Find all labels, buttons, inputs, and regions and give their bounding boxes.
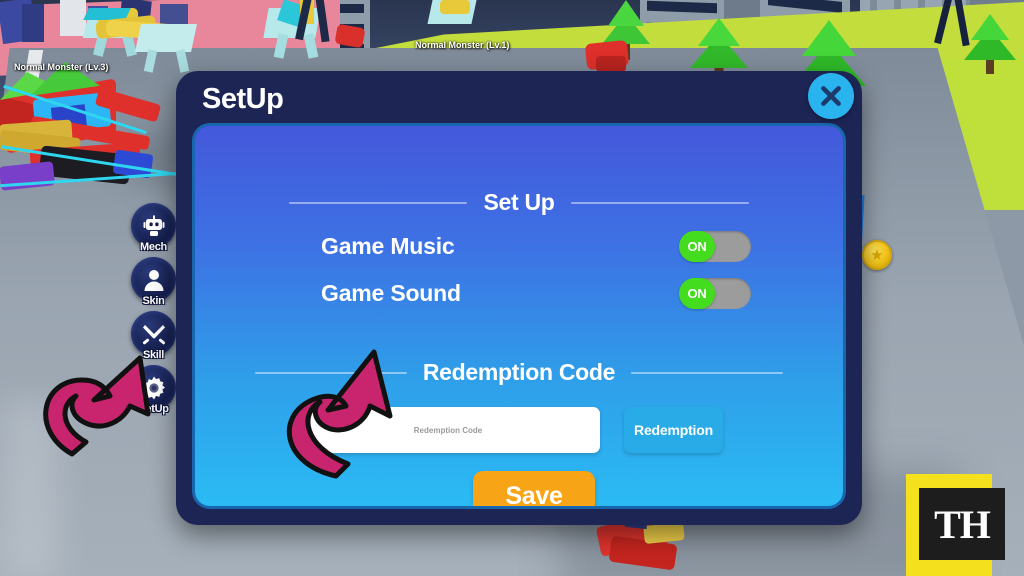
- redemption-section-header: Redemption Code: [195, 359, 843, 386]
- divider-right: [631, 371, 784, 374]
- toggle-knob: ON: [679, 278, 715, 309]
- monster-label: Normal Monster (Lv.3): [14, 62, 109, 72]
- character: [22, 4, 44, 42]
- star-glyph: ★: [870, 245, 884, 264]
- redemption-button[interactable]: Redemption: [624, 407, 723, 453]
- tree: [962, 0, 1018, 74]
- setup-dialog: SetUp Set Up Game Music ON Game Sound ON: [176, 71, 862, 525]
- option-row-game-sound: Game Sound ON: [195, 278, 843, 312]
- crossed-sword-icon: [142, 324, 165, 344]
- robot-head-icon: [143, 215, 164, 236]
- divider-right: [570, 201, 749, 204]
- road-shadow: [0, 400, 60, 576]
- toggle-state-label: ON: [687, 239, 707, 254]
- monster-label: Normal Monster (Lv.1): [415, 40, 510, 50]
- sidebar-item-skin[interactable]: Skin: [131, 257, 176, 307]
- game-sound-label: Game Sound: [321, 280, 461, 306]
- sidebar-item-mech[interactable]: Mech: [131, 203, 176, 253]
- settings-section-title: Set Up: [483, 189, 555, 215]
- sidebar-item-skill[interactable]: Skill: [131, 311, 176, 361]
- prop: [596, 56, 626, 72]
- sidebar-item-label: Skin: [142, 295, 165, 307]
- character: [60, 0, 86, 36]
- toggle-state-label: ON: [687, 286, 707, 301]
- star-coin-icon: ★: [862, 240, 892, 270]
- sidebar-item-label: SetUp: [138, 403, 169, 415]
- option-row-game-music: Game Music ON: [195, 231, 843, 265]
- game-music-toggle[interactable]: ON: [679, 231, 751, 262]
- settings-section-header: Set Up: [195, 189, 843, 216]
- prop: [440, 0, 470, 14]
- watermark: TH: [919, 488, 1005, 560]
- prop: [135, 24, 197, 52]
- game-music-label: Game Music: [321, 233, 455, 259]
- gear-icon: [142, 376, 165, 399]
- save-button[interactable]: Save: [473, 471, 595, 506]
- watermark-text: TH: [934, 501, 991, 547]
- divider-left: [289, 201, 468, 204]
- setup-panel: Set Up Game Music ON Game Sound ON Redem…: [192, 123, 846, 509]
- sidebar-item-setup[interactable]: SetUp: [131, 365, 176, 415]
- sidebar-item-label: Mech: [140, 241, 167, 253]
- redemption-section-title: Redemption Code: [422, 359, 616, 385]
- toggle-knob: ON: [679, 231, 715, 262]
- person-icon: [144, 269, 163, 291]
- page-title: SetUp: [202, 83, 284, 115]
- redemption-code-input[interactable]: [296, 407, 600, 453]
- game-sound-toggle[interactable]: ON: [679, 278, 751, 309]
- close-button[interactable]: [808, 73, 854, 119]
- sidebar-item-label: Skill: [142, 349, 165, 361]
- close-x-icon: [821, 86, 841, 106]
- divider-left: [254, 371, 407, 374]
